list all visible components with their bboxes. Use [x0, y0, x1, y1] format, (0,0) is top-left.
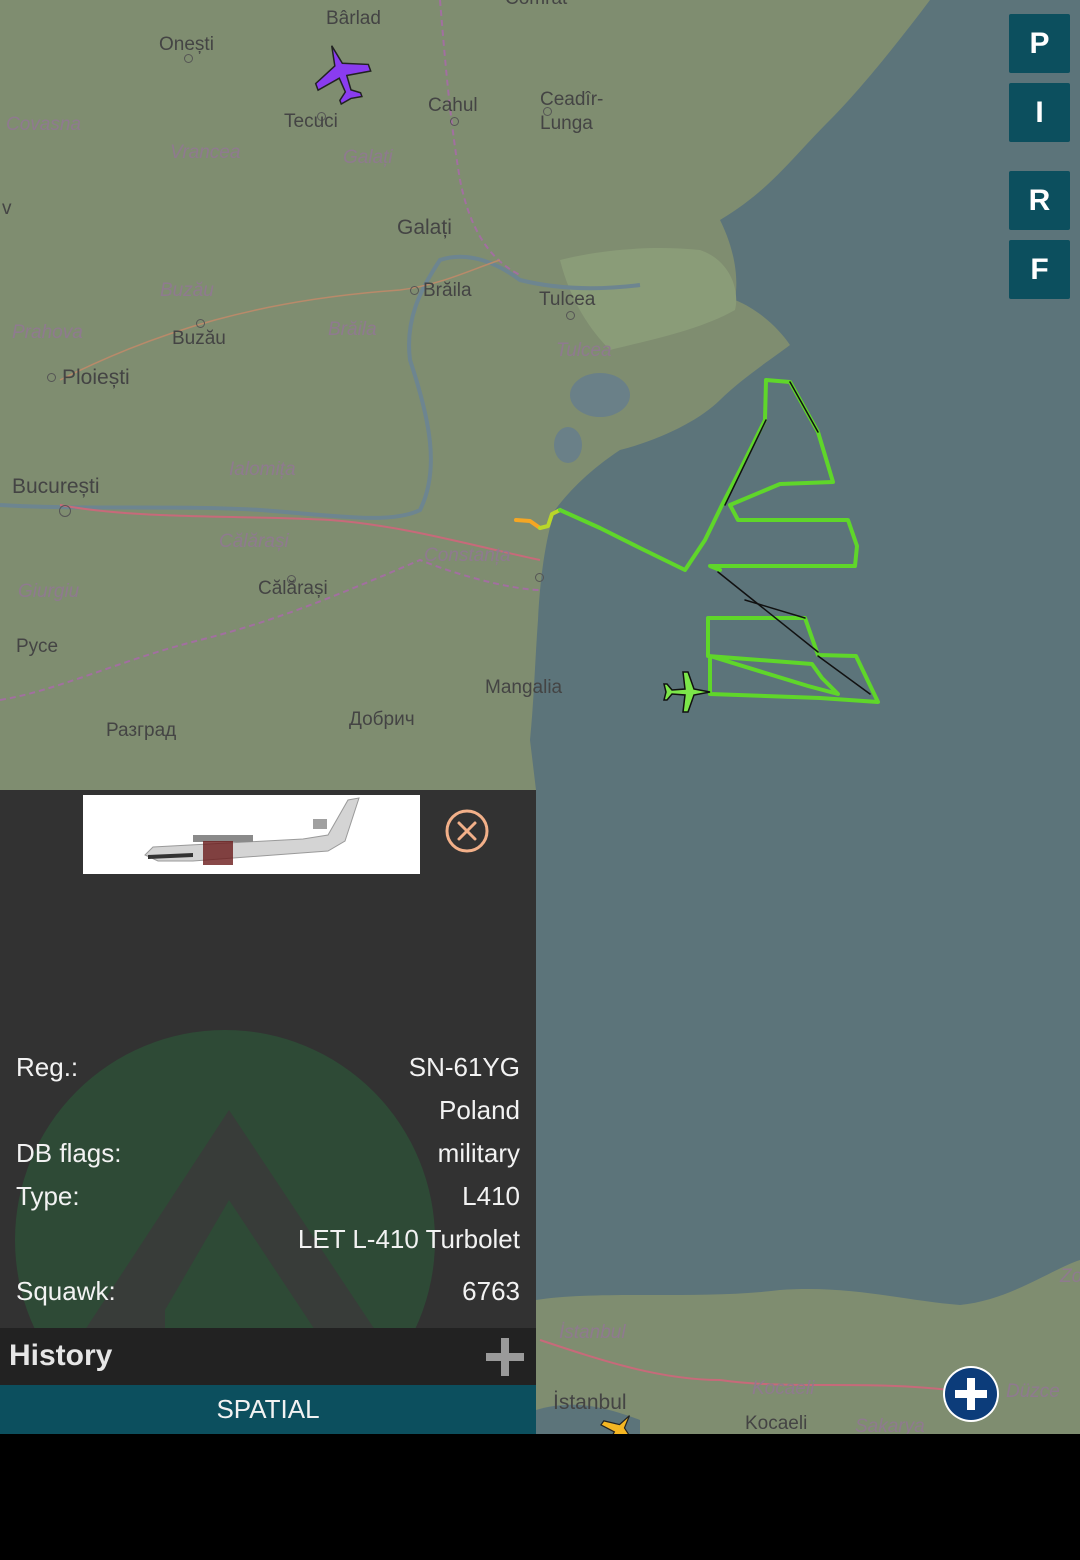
track-gap-2 [717, 571, 819, 653]
map-label-istanbul-city: İstanbul [553, 1391, 627, 1414]
db-flags-label: DB flags: [16, 1138, 122, 1168]
map-label-duzce: Düzce [1006, 1381, 1060, 1402]
i-button[interactable]: I [1009, 83, 1070, 142]
map-label-tulcea-city: Tulcea [539, 289, 596, 310]
map-label-galati-city: Galați [397, 216, 452, 239]
map-label-braila-region: Brăila [328, 319, 377, 340]
cahul-dot [450, 117, 459, 126]
map-label-kocaeli-region: Kocaeli [752, 1378, 815, 1399]
map-label-giurgiu: Giurgiu [18, 581, 80, 602]
map-label-comrat: Comrat [505, 0, 567, 10]
tulcea-dot [566, 311, 575, 320]
ploiesti-dot [47, 373, 56, 382]
aircraft-photo[interactable] [83, 795, 420, 874]
spatial-button[interactable]: SPATIAL [0, 1385, 536, 1434]
close-button[interactable] [445, 809, 489, 853]
lake-sinoe [554, 427, 582, 463]
map-label-v: v [2, 198, 12, 219]
map-label-buzau-city: Buzău [172, 328, 226, 349]
map-label-constanta: Constanța [424, 545, 511, 566]
f-button[interactable]: F [1009, 240, 1070, 299]
app-screen: Bârlad Onești Comrat Covasna Tecuci Cahu… [0, 0, 1080, 1560]
map-label-prahova: Prahova [12, 322, 83, 343]
map-label-onesti: Onești [159, 34, 214, 55]
map-label-calarasi-city: Călărași [258, 578, 328, 599]
country-value: Poland [439, 1095, 520, 1125]
history-section-header[interactable]: History [0, 1328, 536, 1385]
map-label-braila-city: Brăila [423, 280, 472, 301]
map-label-vrancea: Vrancea [170, 142, 241, 163]
type-code-value: L410 [462, 1181, 520, 1211]
type-name-value: LET L-410 Turbolet [297, 1224, 520, 1254]
reg-label: Reg.: [16, 1052, 79, 1082]
braila-dot [410, 286, 419, 295]
map-label-calarasi-region: Călărași [219, 531, 289, 552]
track-green-lower [706, 616, 880, 704]
map-label-bucuresti: București [12, 475, 100, 498]
track-gap-5 [817, 655, 871, 695]
r-button[interactable]: R [1009, 171, 1070, 230]
map-label-istanbul-region: İstanbul [559, 1322, 626, 1343]
map-label-razgrad: Разград [106, 720, 177, 741]
map-label-ceadir-lunga: Ceadîr- Lunga [540, 89, 604, 134]
track-gap-3 [744, 599, 806, 619]
lake-razim [570, 373, 630, 417]
squawk-label: Squawk: [16, 1276, 116, 1306]
map-label-mangalia: Mangalia [485, 677, 563, 698]
aircraft-photo-image [83, 795, 420, 874]
map-label-sakarya: Sakarya [855, 1416, 925, 1434]
map-label-buzau-region: Buzău [160, 280, 214, 301]
system-navigation-bar [0, 1434, 1080, 1560]
map-label-ialomita: Ialomița [229, 459, 296, 480]
bucuresti-dot [59, 505, 71, 517]
map-label-barlad: Bârlad [326, 8, 381, 29]
map-label-dobrich: Добрич [349, 709, 415, 730]
expand-plus-icon[interactable] [486, 1338, 524, 1376]
reg-value: SN-61YG [408, 1052, 520, 1082]
selected-aircraft-icon [663, 671, 711, 713]
land-romania [0, 0, 930, 790]
track-gap-4 [789, 381, 819, 433]
map-label-ruse: Русе [16, 636, 59, 657]
map-label-zo: Zo [1060, 1266, 1080, 1287]
map-label-kocaeli-city: Kocaeli [745, 1413, 808, 1434]
constanta-dot [535, 573, 544, 582]
squawk-value: 6763 [462, 1276, 520, 1306]
map-label-ploiesti: Ploiești [62, 366, 130, 389]
p-button[interactable]: P [1009, 14, 1070, 73]
plus-circle-icon [945, 1368, 997, 1420]
close-icon [445, 809, 489, 853]
aircraft-info-panel: Reg.: SN-61YG Poland DB flags: military … [0, 790, 536, 1434]
map-label-galati-region: Galați [343, 147, 393, 168]
map-label-cahul: Cahul [428, 95, 478, 116]
zoom-in-button[interactable] [943, 1366, 999, 1422]
map-label-tulcea-region: Tulcea [556, 340, 612, 361]
history-label: History [9, 1339, 113, 1372]
type-label: Type: [16, 1181, 80, 1211]
map-label-tecuci: Tecuci [284, 111, 338, 132]
map-label-covasna: Covasna [6, 114, 81, 135]
buzau-dot [196, 319, 205, 328]
db-flags-value: military [437, 1138, 520, 1168]
